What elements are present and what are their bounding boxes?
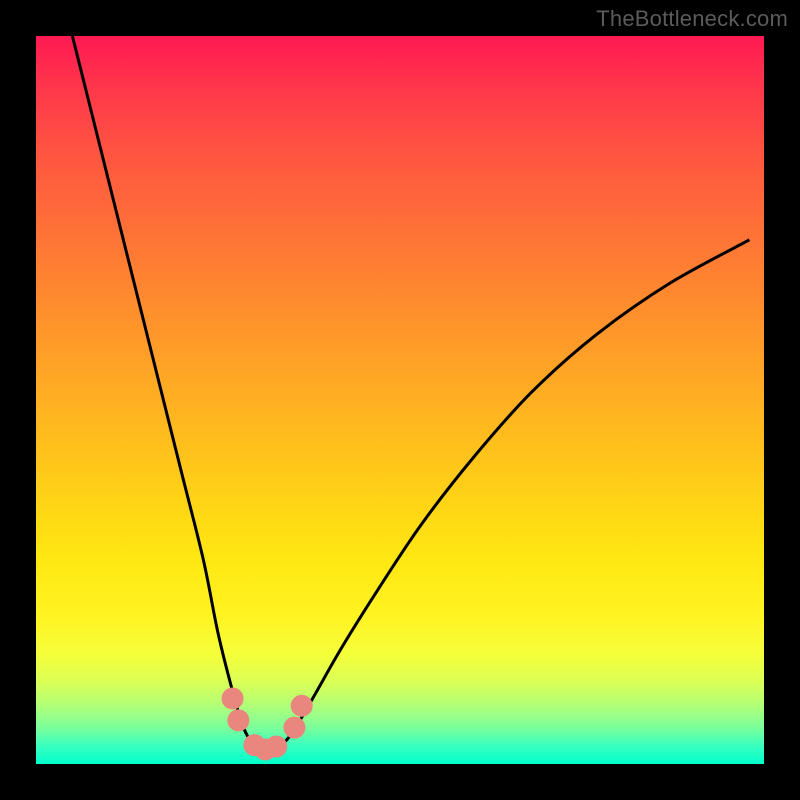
marker-left-upper [222,687,244,709]
marker-right-upper [291,695,313,717]
marker-trough-3 [265,736,287,758]
bottleneck-curve [72,36,749,751]
chart-frame: TheBottleneck.com [0,0,800,800]
plot-area [36,36,764,764]
marker-left-lower [227,709,249,731]
watermark-text: TheBottleneck.com [596,6,788,32]
marker-right-lower [283,717,305,739]
curve-layer [36,36,764,764]
marker-group [222,687,313,760]
